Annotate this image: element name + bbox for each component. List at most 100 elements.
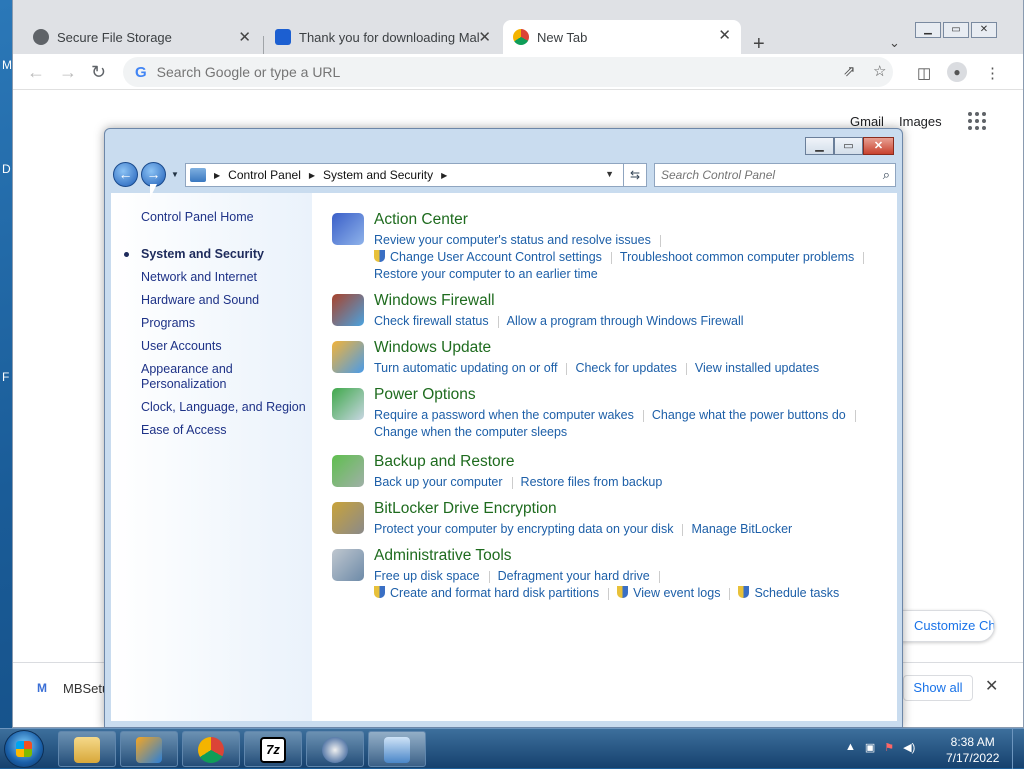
taskbar-control-panel[interactable] xyxy=(368,731,426,767)
nav-clock-language-region[interactable]: Clock, Language, and Region xyxy=(111,397,312,420)
task-link[interactable]: Check firewall status xyxy=(374,314,489,328)
maximize-button[interactable]: ▭ xyxy=(943,22,969,38)
task-link[interactable]: Troubleshoot common computer problems xyxy=(620,250,854,264)
nav-appearance[interactable]: Appearance and Personalization xyxy=(111,359,312,397)
omnibox[interactable]: G ⇗ ☆ xyxy=(123,57,893,87)
task-link[interactable]: Schedule tasks xyxy=(754,586,839,600)
nav-control-panel-home[interactable]: Control Panel Home xyxy=(111,207,312,230)
nav-ease-of-access[interactable]: Ease of Access xyxy=(111,420,312,443)
7zip-icon: 7z xyxy=(260,737,286,763)
breadcrumb[interactable]: ▶ Control Panel ▶ System and Security ▶ … xyxy=(185,163,647,187)
windows-update-icon xyxy=(332,341,364,373)
task-link[interactable]: Allow a program through Windows Firewall xyxy=(507,314,744,328)
chrome-icon xyxy=(513,29,529,45)
action-center-flag-icon[interactable]: ⚑ xyxy=(884,741,894,754)
refresh-icon[interactable]: ⇆ xyxy=(623,163,647,187)
show-hidden-icons-icon[interactable]: ▲ xyxy=(845,741,856,754)
taskbar-7zip[interactable]: 7z xyxy=(244,731,302,767)
control-panel-content: Control Panel Home System and Security N… xyxy=(111,193,897,721)
volume-icon[interactable]: ◀) xyxy=(903,741,915,754)
new-tab-button[interactable]: + xyxy=(753,33,765,56)
search-input[interactable] xyxy=(661,165,871,185)
apps-grid-icon[interactable] xyxy=(968,112,986,130)
reload-icon[interactable]: ↻ xyxy=(91,62,106,83)
close-button[interactable]: ✕ xyxy=(863,137,894,155)
breadcrumb-control-panel[interactable]: Control Panel xyxy=(228,168,301,182)
close-button[interactable]: ✕ xyxy=(971,22,997,38)
task-link[interactable]: Require a password when the computer wak… xyxy=(374,408,634,422)
address-dropdown-icon[interactable]: ▼ xyxy=(605,169,614,179)
close-tab-icon[interactable]: ✕ xyxy=(478,28,491,46)
task-link[interactable]: Change what the power buttons do xyxy=(652,408,846,422)
back-button[interactable]: ← xyxy=(113,162,138,187)
show-desktop-button[interactable] xyxy=(1012,729,1024,769)
close-shelf-icon[interactable]: ✕ xyxy=(985,676,998,696)
close-tab-icon[interactable]: ✕ xyxy=(238,28,251,46)
profile-avatar-icon[interactable]: ● xyxy=(947,62,967,82)
backup-icon xyxy=(332,455,364,487)
task-link[interactable]: Defragment your hard drive xyxy=(498,569,650,583)
category-title[interactable]: Windows Update xyxy=(374,339,491,356)
close-tab-icon[interactable]: ✕ xyxy=(718,26,731,44)
search-box[interactable]: ⌕ xyxy=(654,163,896,187)
category-title[interactable]: Action Center xyxy=(374,211,468,228)
search-icon[interactable]: ⌕ xyxy=(883,167,890,183)
nav-network-and-internet[interactable]: Network and Internet xyxy=(111,267,312,290)
minimize-button[interactable]: ▁ xyxy=(805,137,834,155)
category-title[interactable]: Windows Firewall xyxy=(374,292,495,309)
task-link[interactable]: Restore your computer to an earlier time xyxy=(374,267,598,281)
breadcrumb-separator-icon[interactable]: ▶ xyxy=(309,171,315,180)
taskbar-app[interactable] xyxy=(306,731,364,767)
task-link[interactable]: Create and format hard disk partitions xyxy=(390,586,599,600)
tab-malwarebytes[interactable]: Thank you for downloading Malv ✕ xyxy=(265,22,501,52)
forward-icon[interactable]: → xyxy=(59,62,77,83)
category-title[interactable]: Administrative Tools xyxy=(374,547,512,564)
task-link[interactable]: Change when the computer sleeps xyxy=(374,425,567,439)
images-link[interactable]: Images xyxy=(899,114,942,129)
desktop-icon-label[interactable]: M xyxy=(2,58,12,72)
task-link[interactable]: Check for updates xyxy=(575,361,676,375)
task-link[interactable]: Review your computer's status and resolv… xyxy=(374,233,651,247)
task-link[interactable]: Free up disk space xyxy=(374,569,480,583)
tab-strip: Secure File Storage ✕ Thank you for down… xyxy=(13,0,1023,64)
maximize-button[interactable]: ▭ xyxy=(834,137,863,155)
task-link[interactable]: Protect your computer by encrypting data… xyxy=(374,522,673,536)
nav-user-accounts[interactable]: User Accounts xyxy=(111,336,312,359)
desktop-icon-label[interactable]: F xyxy=(2,370,9,384)
start-button[interactable] xyxy=(4,730,44,768)
nav-programs[interactable]: Programs xyxy=(111,313,312,336)
url-input[interactable] xyxy=(156,64,797,80)
network-icon[interactable]: ▣ xyxy=(865,741,875,754)
breadcrumb-separator-icon[interactable]: ▶ xyxy=(441,171,447,180)
breadcrumb-system-and-security[interactable]: System and Security xyxy=(323,168,433,182)
desktop-icon-label[interactable]: D xyxy=(2,162,11,176)
category-title[interactable]: Backup and Restore xyxy=(374,453,514,470)
taskbar-media-player[interactable] xyxy=(120,731,178,767)
recent-pages-chevron-icon[interactable]: ▼ xyxy=(171,170,179,179)
share-icon[interactable]: ⇗ xyxy=(843,62,856,80)
task-link[interactable]: Restore files from backup xyxy=(521,475,663,489)
bookmark-star-icon[interactable]: ☆ xyxy=(873,62,886,80)
side-panel-icon[interactable]: ◫ xyxy=(917,64,931,82)
taskbar-explorer[interactable] xyxy=(58,731,116,767)
task-link[interactable]: Change User Account Control settings xyxy=(390,250,602,264)
task-link[interactable]: View installed updates xyxy=(695,361,819,375)
tab-secure-file-storage[interactable]: Secure File Storage ✕ xyxy=(23,22,261,52)
task-link[interactable]: Turn automatic updating on or off xyxy=(374,361,557,375)
toolbar: ← → ↻ G ⇗ ☆ ◫ ● ⋮ xyxy=(13,54,1023,90)
minimize-button[interactable]: ▁ xyxy=(915,22,941,38)
category-title[interactable]: Power Options xyxy=(374,386,476,403)
taskbar-chrome[interactable] xyxy=(182,731,240,767)
breadcrumb-separator-icon[interactable]: ▶ xyxy=(214,171,220,180)
task-link[interactable]: Manage BitLocker xyxy=(691,522,792,536)
more-menu-icon[interactable]: ⋮ xyxy=(985,64,1000,82)
show-all-button[interactable]: Show all xyxy=(903,675,973,701)
task-link[interactable]: View event logs xyxy=(633,586,720,600)
tab-search-chevron-icon[interactable]: ⌄ xyxy=(889,35,900,51)
clock[interactable]: 8:38 AM 7/17/2022 xyxy=(946,734,999,766)
back-icon[interactable]: ← xyxy=(27,62,45,83)
category-title[interactable]: BitLocker Drive Encryption xyxy=(374,500,557,517)
nav-hardware-and-sound[interactable]: Hardware and Sound xyxy=(111,290,312,313)
gmail-link[interactable]: Gmail xyxy=(850,114,884,129)
task-link[interactable]: Back up your computer xyxy=(374,475,503,489)
